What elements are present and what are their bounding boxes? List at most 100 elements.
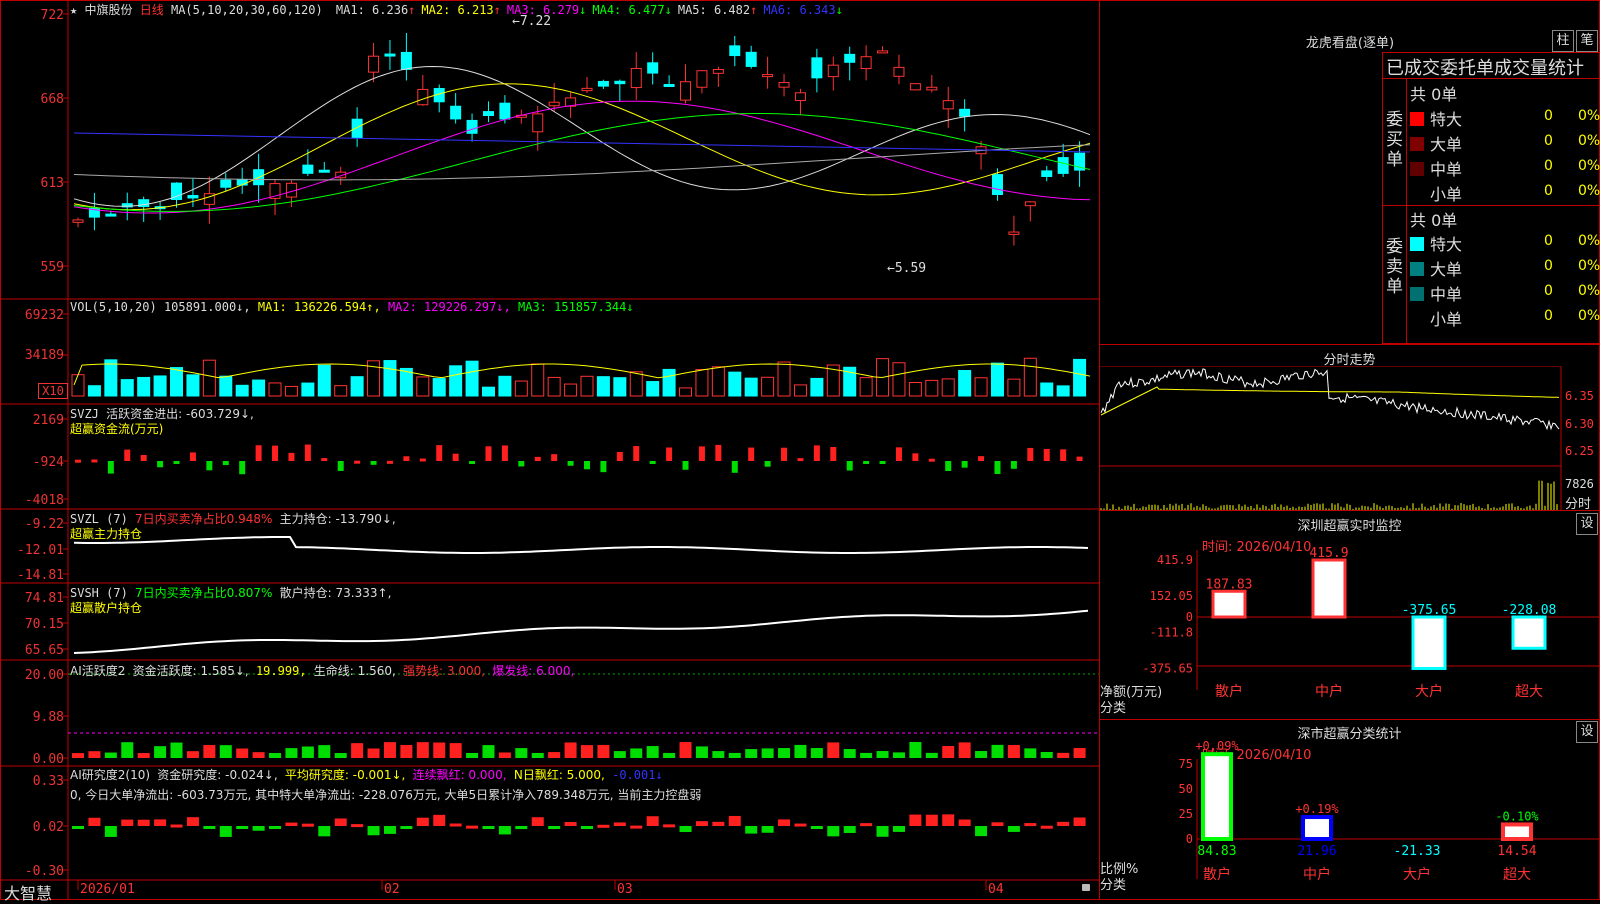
intraday-price-line bbox=[1100, 368, 1560, 431]
ai1-bar bbox=[154, 746, 167, 758]
intraday-avg-line bbox=[1100, 386, 1560, 416]
dragon-title: 龙虎看盘(逐单) bbox=[1305, 36, 1395, 51]
svzj-bar bbox=[321, 458, 328, 462]
ai2-e: -0.001↓ bbox=[612, 768, 663, 782]
candle-body bbox=[729, 45, 741, 57]
volume-bar bbox=[564, 383, 578, 397]
buy-row-value: 0 bbox=[1544, 133, 1553, 149]
svzj-bar bbox=[239, 461, 246, 475]
ai1-bar bbox=[630, 748, 643, 758]
x-axis-label: 02 bbox=[384, 882, 400, 897]
intraday-y-label: 6.25 bbox=[1565, 444, 1594, 458]
monitor-bar-label: -228.08 bbox=[1502, 603, 1557, 618]
ai1-bar bbox=[334, 753, 347, 758]
vol-ma2: MA2: 129226.297↓, bbox=[387, 300, 511, 314]
class-cat-label: 大户 bbox=[1403, 866, 1431, 883]
volume-bar bbox=[170, 367, 184, 397]
monitor-bar-label: 415.9 bbox=[1309, 546, 1348, 561]
y-label: 613 bbox=[40, 176, 64, 191]
sell-row-pct: 0% bbox=[1578, 233, 1600, 249]
ma-value-text: MA4: 6.477 bbox=[592, 3, 665, 17]
svsh-title: SVSH (7) bbox=[70, 586, 128, 600]
sell-row-label: 大单 bbox=[1430, 260, 1463, 279]
volume-bar bbox=[1023, 357, 1037, 397]
tick-view-button[interactable]: 笔 bbox=[1576, 30, 1598, 52]
ai1-bar bbox=[515, 748, 528, 758]
svzj-bar bbox=[1027, 447, 1034, 461]
ai1-bar bbox=[958, 742, 971, 758]
ai1-bar bbox=[745, 749, 758, 758]
volume-bar bbox=[859, 377, 873, 397]
volume-bar bbox=[990, 362, 1004, 397]
buy-row: 中单 bbox=[1410, 156, 1462, 180]
arrow-down-icon: ↓ bbox=[579, 3, 587, 17]
ai2-bar bbox=[810, 826, 823, 829]
intraday-chart[interactable] bbox=[1099, 366, 1600, 510]
volume-bar bbox=[334, 385, 348, 397]
ai2-bar bbox=[236, 826, 249, 829]
monitor-bar-label: -375.65 bbox=[1402, 603, 1457, 618]
y-label: 0.02 bbox=[32, 820, 64, 835]
ai1-e: 爆发线: 6.000, bbox=[492, 664, 575, 678]
volume-bar bbox=[465, 360, 479, 397]
sell-row: 小单 bbox=[1410, 306, 1462, 330]
ai2-bar bbox=[909, 814, 922, 826]
candle-body bbox=[532, 113, 544, 133]
y-label: -4018 bbox=[24, 493, 64, 508]
ai1-a: 资金活跃度: 1.585↓, bbox=[132, 664, 249, 678]
ai1-bar bbox=[876, 751, 889, 758]
candle-body bbox=[696, 70, 708, 88]
buy-row: 小单 bbox=[1410, 181, 1462, 205]
sell-row-pct: 0% bbox=[1578, 258, 1600, 274]
bar-view-button[interactable]: 柱 bbox=[1552, 30, 1574, 52]
svzj-bar bbox=[75, 459, 81, 463]
svzj-bar bbox=[928, 458, 935, 462]
volume-bar bbox=[71, 374, 85, 397]
candle-body bbox=[860, 56, 872, 70]
volume-bar bbox=[120, 379, 134, 397]
volume-bar bbox=[777, 361, 791, 397]
ai1-bar bbox=[433, 742, 446, 758]
y-label: 559 bbox=[40, 260, 64, 275]
class-y-tick: 75 bbox=[1179, 757, 1193, 771]
svzj-bar bbox=[830, 447, 837, 461]
kline-chart-canvas[interactable] bbox=[0, 0, 1100, 900]
ai2-bar bbox=[991, 822, 1004, 826]
volume-bar bbox=[974, 377, 988, 397]
ai1-bar bbox=[170, 742, 183, 758]
buy-side-label: 委买单 bbox=[1386, 110, 1403, 170]
svzj-bar bbox=[567, 461, 574, 466]
ai1-bar bbox=[416, 742, 429, 758]
candle-body bbox=[893, 66, 905, 77]
ai2-bar bbox=[301, 823, 314, 827]
svzj-bar bbox=[189, 452, 196, 461]
color-swatch bbox=[1410, 137, 1424, 151]
monitor-bar bbox=[1511, 615, 1547, 650]
y-label: -924 bbox=[32, 455, 64, 470]
period-label[interactable]: 日线 bbox=[140, 3, 164, 17]
candle-body bbox=[827, 64, 839, 78]
candle-body bbox=[614, 80, 626, 85]
ai1-bar bbox=[975, 751, 988, 758]
ai2-b: 平均研究度: -0.001↓, bbox=[284, 768, 406, 782]
ai2-bar bbox=[843, 826, 856, 833]
svzj-bar bbox=[140, 455, 147, 461]
monitor-y-tick: 152.05 bbox=[1150, 589, 1193, 603]
ai1-bar bbox=[186, 751, 199, 758]
sell-row-pct: 0% bbox=[1578, 283, 1600, 299]
volume-bar bbox=[941, 378, 955, 397]
volume-bar bbox=[908, 382, 922, 397]
candle-body bbox=[630, 67, 642, 89]
svzl-line bbox=[73, 536, 1089, 554]
star-icon[interactable]: ★ bbox=[70, 3, 77, 17]
volume-bar bbox=[252, 379, 266, 397]
candle-body bbox=[1041, 170, 1053, 177]
candle-body bbox=[368, 55, 380, 73]
volume-bar bbox=[498, 375, 512, 397]
svzj-bar bbox=[124, 449, 131, 461]
brand-logo: 大智慧 bbox=[4, 884, 53, 903]
svzj-bar bbox=[781, 447, 788, 461]
lock-icon[interactable] bbox=[1082, 884, 1090, 891]
vol-title: VOL(5,10,20) bbox=[70, 300, 157, 314]
ai1-b: 19.999, bbox=[255, 664, 307, 678]
